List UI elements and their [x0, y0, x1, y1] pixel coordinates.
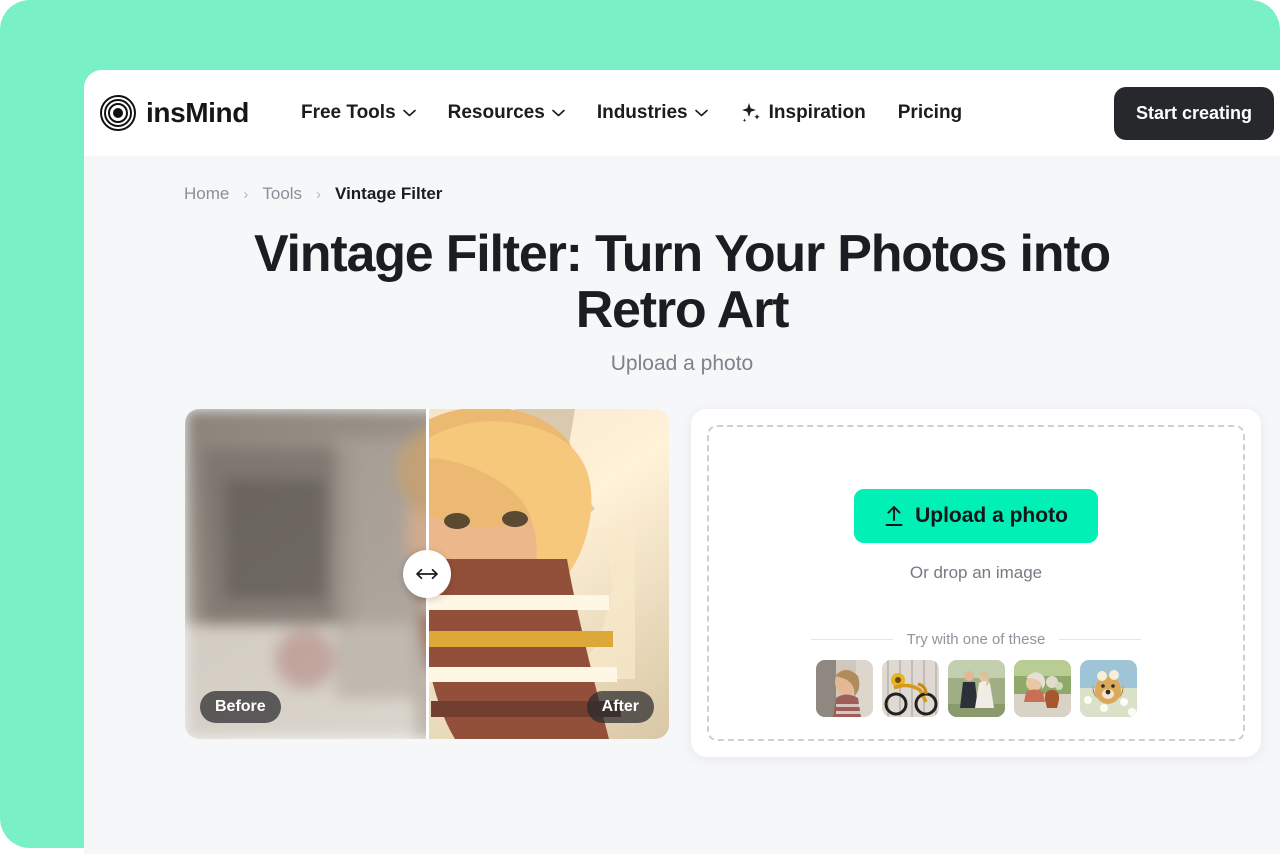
upload-arrow-icon [885, 506, 903, 527]
nav-item-pricing[interactable]: Pricing [898, 102, 962, 124]
sample-thumb-woman-portrait[interactable] [815, 660, 873, 718]
after-image-pane [427, 409, 669, 740]
page-title: Vintage Filter: Turn Your Photos into Re… [254, 225, 1111, 340]
dropzone[interactable]: Upload a photo Or drop an image Try with… [707, 425, 1245, 742]
drop-hint-text: Or drop an image [909, 563, 1043, 583]
after-photo [427, 409, 669, 740]
upload-button-label: Upload a photo [915, 504, 1068, 528]
sample-thumb-wedding-couple[interactable] [947, 660, 1005, 718]
sample-image [815, 660, 873, 718]
page-subtitle: Upload a photo [610, 352, 754, 376]
main-nav: Free Tools Resources Industries Inspirat… [301, 102, 1114, 124]
before-image-pane [185, 409, 427, 740]
main-content: Before After Upload a photo Or drop an i… [84, 376, 1280, 758]
sample-thumb-woman-with-vase[interactable] [1013, 660, 1071, 718]
page-root: insMind Free Tools Resources Industries … [0, 0, 1280, 854]
sample-image [881, 660, 939, 718]
breadcrumb: Home › Tools › Vintage Filter [84, 156, 1280, 204]
hero-section: Vintage Filter: Turn Your Photos into Re… [84, 204, 1280, 376]
sample-thumbnails [815, 660, 1137, 718]
left-right-arrow-icon [416, 569, 438, 580]
nav-label: Industries [596, 102, 688, 123]
sample-image [1013, 660, 1071, 718]
brand-logo-link[interactable]: insMind [100, 95, 249, 131]
nav-item-free-tools[interactable]: Free Tools [301, 102, 416, 124]
divider-line-left [811, 639, 893, 641]
chevron-down-icon [694, 109, 708, 117]
nav-label: Inspiration [768, 102, 866, 123]
breadcrumb-separator: › [316, 185, 322, 203]
chevron-down-icon [552, 109, 565, 117]
samples-label: Try with one of these [906, 631, 1046, 649]
sample-thumb-dog-in-daisies[interactable] [1079, 660, 1137, 718]
nav-item-resources[interactable]: Resources [448, 102, 565, 124]
chevron-down-icon [402, 109, 416, 117]
upload-card: Upload a photo Or drop an image Try with… [691, 409, 1261, 758]
samples-divider: Try with one of these [811, 631, 1141, 648]
browser-surface: insMind Free Tools Resources Industries … [84, 70, 1280, 854]
sample-image [1079, 660, 1137, 718]
start-creating-button[interactable]: Start creating [1113, 86, 1274, 140]
breadcrumb-item-tools[interactable]: Tools [262, 184, 302, 204]
brand-name: insMind [146, 97, 249, 128]
before-after-comparison[interactable]: Before After [185, 409, 669, 740]
site-header: insMind Free Tools Resources Industries … [84, 70, 1280, 156]
before-badge: Before [200, 691, 281, 724]
breadcrumb-separator: › [243, 185, 249, 203]
nav-item-inspiration[interactable]: Inspiration [740, 102, 866, 124]
nav-item-industries[interactable]: Industries [597, 102, 708, 124]
sample-thumb-bicycle-sunflowers[interactable] [881, 660, 939, 718]
nav-label: Pricing [897, 102, 963, 123]
before-photo [185, 409, 427, 740]
after-badge: After [586, 691, 654, 724]
sparkle-icon [741, 103, 760, 123]
comparison-drag-handle[interactable] [403, 550, 451, 599]
nav-label: Resources [447, 102, 545, 123]
breadcrumb-item-home[interactable]: Home [184, 184, 229, 204]
upload-photo-button[interactable]: Upload a photo [854, 489, 1098, 544]
sample-image [947, 660, 1005, 718]
concentric-rings-logo-icon [100, 95, 136, 131]
divider-line-right [1059, 639, 1141, 641]
breadcrumb-item-current: Vintage Filter [335, 184, 443, 203]
nav-label: Free Tools [300, 102, 396, 123]
